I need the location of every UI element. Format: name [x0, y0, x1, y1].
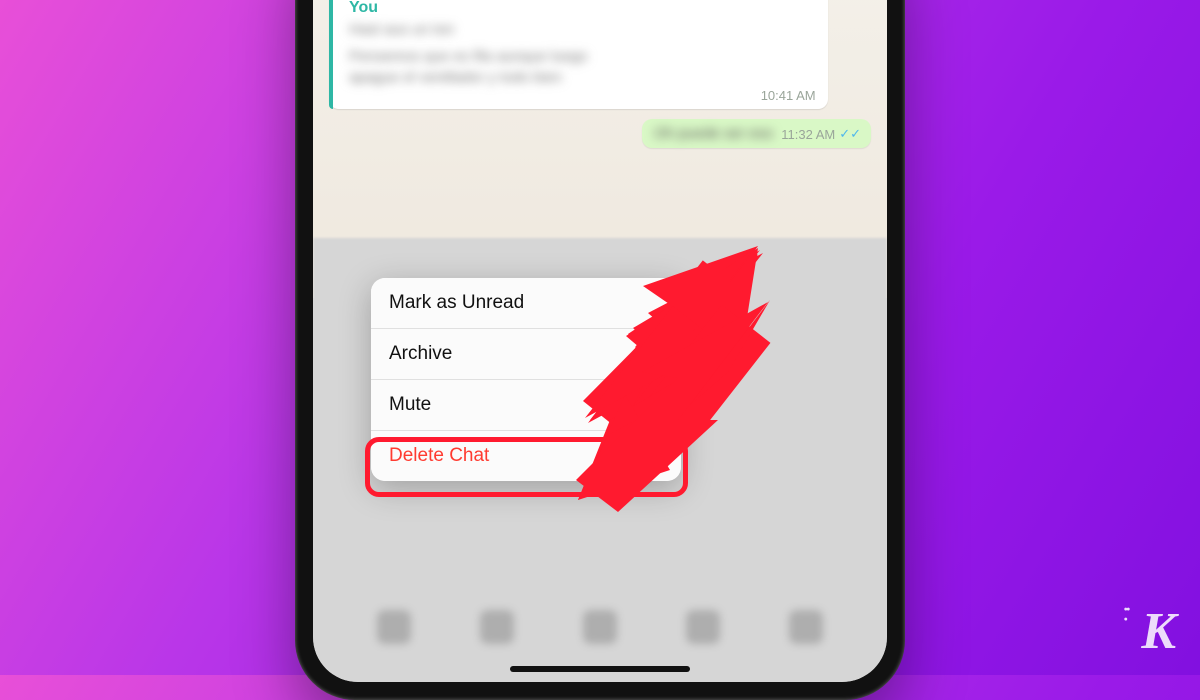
quote-sender: You: [343, 0, 816, 17]
blurred-text: Hast aus un ton: [349, 21, 816, 38]
mute-icon: [641, 394, 663, 416]
menu-item-archive[interactable]: Archive: [371, 329, 681, 380]
watermark-logo: ∙∙∙ K: [1141, 602, 1176, 661]
tab-bar-blurred: [313, 610, 887, 644]
message-time: 11:32 AM: [781, 127, 835, 142]
blurred-text: Oh puede ser eso: [654, 125, 773, 142]
phone-screen: Que va vay 10:41 AM ✓✓ You Hast aus un t…: [313, 0, 887, 682]
home-indicator[interactable]: [510, 666, 690, 672]
menu-label: Delete Chat: [389, 445, 489, 467]
unread-icon: [641, 292, 663, 314]
archive-icon: [641, 343, 663, 365]
trash-icon: [641, 445, 663, 467]
read-ticks-icon: ✓✓: [839, 126, 861, 142]
context-menu: Mark as Unread Archive Mute Delete Chat: [371, 278, 681, 481]
menu-item-mark-unread[interactable]: Mark as Unread: [371, 278, 681, 329]
menu-label: Mute: [389, 394, 431, 416]
menu-item-delete-chat[interactable]: Delete Chat: [371, 431, 681, 481]
phone-frame: Que va vay 10:41 AM ✓✓ You Hast aus un t…: [295, 0, 905, 700]
blurred-text: Pensemos que es fila aunque luego: [349, 48, 816, 65]
menu-label: Mark as Unread: [389, 292, 524, 314]
message-outgoing[interactable]: Oh puede ser eso 11:32 AM ✓✓: [642, 119, 871, 148]
menu-label: Archive: [389, 343, 452, 365]
watermark-dots-icon: ∙∙∙: [1123, 604, 1128, 624]
watermark-letter: K: [1141, 603, 1176, 660]
menu-item-mute[interactable]: Mute: [371, 380, 681, 431]
blurred-text: apague el ventilador y todo bien: [349, 69, 816, 86]
message-time: 10:41 AM: [343, 88, 816, 103]
message-incoming-quote[interactable]: You Hast aus un ton Pensemos que es fila…: [329, 0, 828, 109]
